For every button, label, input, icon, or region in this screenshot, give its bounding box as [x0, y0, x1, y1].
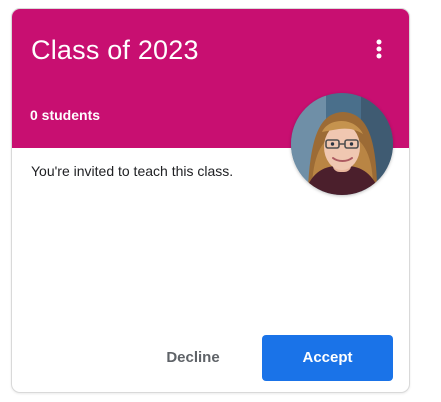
student-count: 0 students	[30, 107, 101, 123]
accept-button[interactable]: Accept	[262, 335, 393, 381]
invite-message: You're invited to teach this class.	[31, 163, 234, 179]
class-title[interactable]: Class of 2023	[31, 35, 199, 66]
avatar	[291, 93, 393, 195]
decline-button[interactable]: Decline	[150, 335, 236, 381]
more-options-button[interactable]	[367, 35, 391, 63]
vertical-dots-icon	[376, 39, 382, 59]
class-card: Class of 2023 0 students You're invited …	[11, 8, 410, 393]
teacher-profile-photo	[291, 93, 393, 195]
